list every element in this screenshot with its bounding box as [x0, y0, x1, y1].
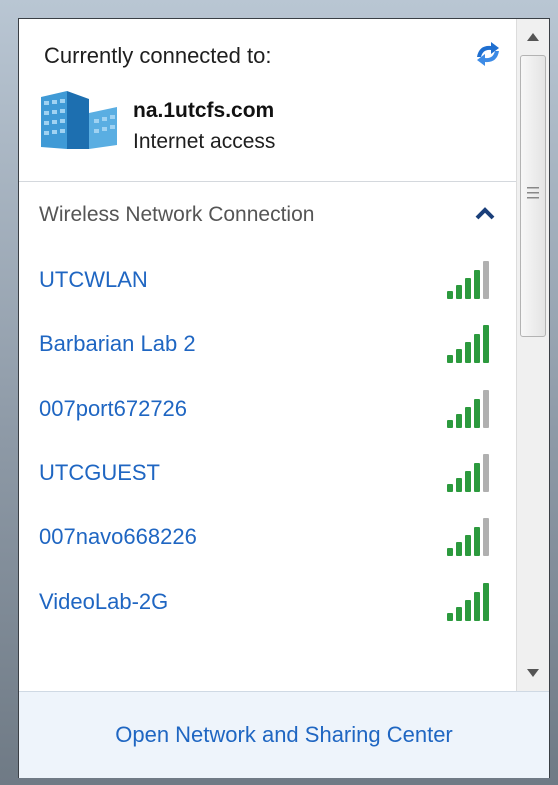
signal-bar: [447, 355, 453, 363]
scroll-down-button[interactable]: [517, 659, 549, 687]
signal-bar: [474, 463, 480, 492]
signal-bar: [483, 325, 489, 363]
signal-bar: [447, 420, 453, 428]
network-ssid: UTCWLAN: [39, 267, 148, 292]
connected-network-status: Internet access: [133, 130, 276, 153]
signal-bar: [474, 334, 480, 363]
signal-bar: [465, 407, 471, 428]
network-item[interactable]: VideoLab-2G: [19, 583, 516, 645]
network-ssid: UTCGUEST: [39, 460, 160, 485]
signal-bar: [483, 261, 489, 299]
signal-bar: [447, 548, 453, 556]
window-frame: Currently connected to: na.1utcfs.com In…: [0, 0, 558, 785]
signal-bar: [456, 542, 462, 556]
signal-bar: [483, 518, 489, 556]
connected-network-name: na.1utcfs.com: [133, 99, 275, 122]
signal-bar: [456, 285, 462, 299]
signal-bar: [483, 390, 489, 428]
signal-strength-icon: [447, 261, 489, 299]
chevron-up-icon[interactable]: [472, 201, 498, 227]
signal-bar: [474, 592, 480, 621]
signal-bar: [456, 607, 462, 621]
signal-bar: [465, 535, 471, 556]
arrow-down-icon: [527, 669, 539, 677]
network-ssid: Barbarian Lab 2: [39, 331, 196, 356]
signal-strength-icon: [447, 390, 489, 428]
signal-strength-icon: [447, 518, 489, 556]
signal-bar: [456, 349, 462, 363]
signal-bar: [474, 527, 480, 556]
signal-strength-icon: [447, 454, 489, 492]
network-flyout: Currently connected to: na.1utcfs.com In…: [18, 18, 550, 778]
signal-bar: [474, 399, 480, 428]
scroll-up-button[interactable]: [517, 23, 549, 51]
signal-strength-icon: [447, 325, 489, 363]
signal-bar: [465, 471, 471, 492]
open-network-sharing-center-link[interactable]: Open Network and Sharing Center: [19, 692, 549, 778]
refresh-icon[interactable]: [471, 37, 505, 71]
signal-bar: [483, 454, 489, 492]
signal-bar: [465, 278, 471, 299]
signal-bar: [447, 613, 453, 621]
arrow-up-icon: [527, 33, 539, 41]
footer: Open Network and Sharing Center: [19, 691, 549, 778]
connected-label: Currently connected to:: [44, 43, 272, 68]
signal-bar: [474, 270, 480, 299]
flyout-content: Currently connected to: na.1utcfs.com In…: [19, 19, 516, 691]
scrollbar-thumb[interactable]: [520, 55, 546, 337]
divider: [19, 181, 516, 182]
grip-icon: [527, 187, 539, 199]
signal-bar: [456, 414, 462, 428]
signal-bar: [447, 484, 453, 492]
network-item[interactable]: UTCWLAN: [19, 261, 516, 323]
scrollbar[interactable]: [516, 19, 549, 691]
network-item[interactable]: Barbarian Lab 2: [19, 325, 516, 387]
signal-strength-icon: [447, 583, 489, 621]
signal-bar: [456, 478, 462, 492]
signal-bar: [483, 583, 489, 621]
network-item[interactable]: UTCGUEST: [19, 454, 516, 516]
signal-bar: [465, 600, 471, 621]
network-item[interactable]: 007navo668226: [19, 518, 516, 580]
network-ssid: 007port672726: [39, 396, 188, 421]
section-title: Wireless Network Connection: [39, 203, 315, 226]
network-ssid: 007navo668226: [39, 524, 197, 549]
network-building-icon: [41, 91, 117, 149]
network-item[interactable]: 007port672726: [19, 390, 516, 452]
signal-bar: [447, 291, 453, 299]
network-ssid: VideoLab-2G: [39, 589, 169, 614]
signal-bar: [465, 342, 471, 363]
